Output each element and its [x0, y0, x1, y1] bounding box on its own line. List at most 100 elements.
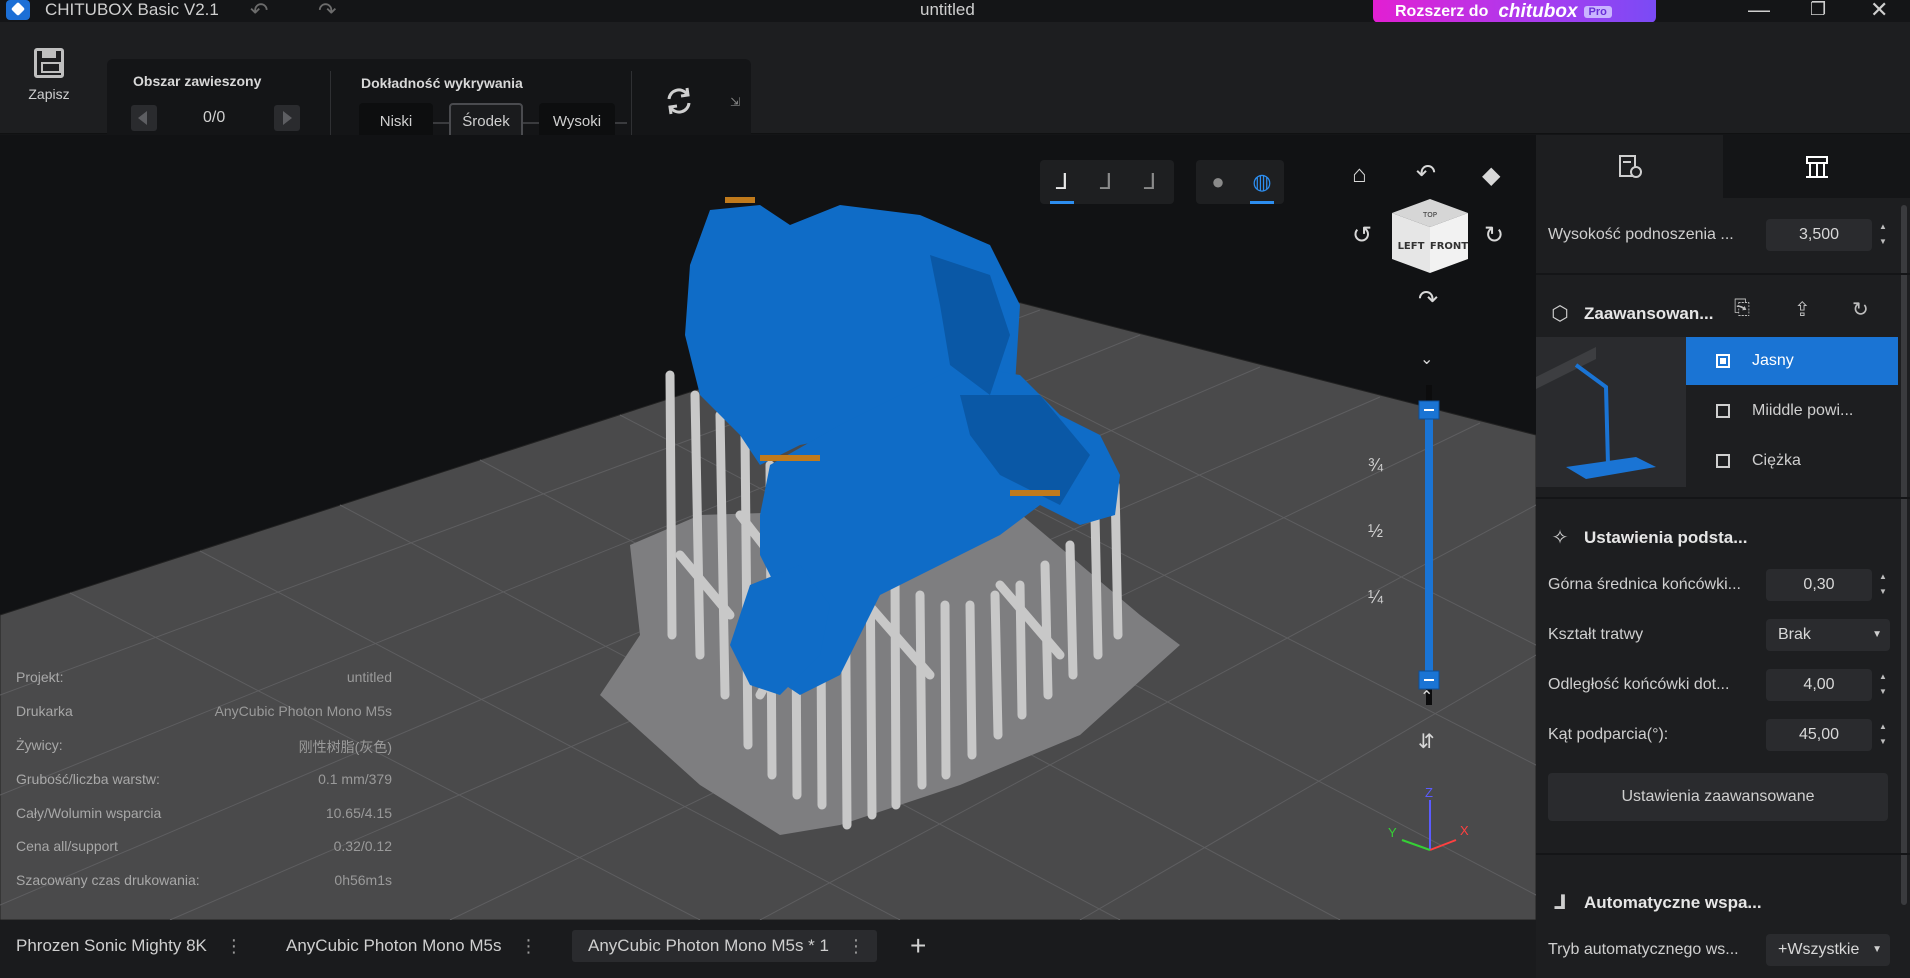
- stepper-icon[interactable]: ▲ ▼: [1876, 669, 1890, 701]
- chevron-down-icon: ▼: [1872, 944, 1882, 955]
- stepper-icon[interactable]: ▲ ▼: [1876, 219, 1890, 251]
- tip-diameter-input[interactable]: 0,30: [1766, 569, 1872, 601]
- info-volume: Cały/Wolumin wsparcia 10.65/4.15: [16, 805, 392, 821]
- info-resin: Żywicy: 刚性树脂(灰色): [16, 737, 392, 757]
- title-bar: CHITUBOX Basic V2.1 ↶ ↷ untitled Rozszer…: [0, 0, 1910, 24]
- preset-label: Jasny: [1752, 352, 1794, 369]
- preset-light[interactable]: Jasny: [1686, 337, 1898, 385]
- info-label: Projekt:: [16, 669, 64, 685]
- app-logo-icon: [6, 0, 30, 20]
- support-angle-input[interactable]: 45,00: [1766, 719, 1872, 751]
- refresh-button[interactable]: [663, 85, 695, 117]
- wire-sphere-icon[interactable]: ◍: [1240, 160, 1284, 204]
- info-value: 0.32/0.12: [333, 838, 392, 854]
- printer-tab-label: AnyCubic Photon Mono M5s: [286, 936, 502, 955]
- hexagon-gear-icon: ⬡: [1551, 303, 1569, 325]
- rotate-up-icon[interactable]: ↶: [1416, 159, 1436, 188]
- info-value: 刚性树脂(灰色): [298, 739, 392, 755]
- divider: [330, 71, 331, 141]
- auto-support-header: ⅃ Automatyczne wspa...: [1548, 890, 1762, 915]
- support-icon: ⅃: [1553, 892, 1567, 914]
- view-cube[interactable]: TOP LEFT FRONT: [1388, 193, 1472, 277]
- preset-middle[interactable]: Miiddle powi...: [1686, 387, 1898, 435]
- auto-mode-value: +Wszystkie: [1778, 941, 1860, 958]
- more-options-icon[interactable]: ⋮: [847, 936, 865, 957]
- chevron-down-icon: ▼: [1872, 629, 1882, 640]
- toolbar: Zapisz Obszar zawieszony 0/0 Dokładność …: [0, 22, 1910, 147]
- more-options-icon[interactable]: ⋮: [519, 936, 537, 957]
- panel-scrollbar[interactable]: [1901, 205, 1907, 905]
- expand-icon[interactable]: ⇲: [730, 95, 740, 109]
- stepper-icon[interactable]: ▲ ▼: [1876, 569, 1890, 601]
- rotate-left-icon[interactable]: ↺: [1352, 221, 1372, 250]
- upgrade-button[interactable]: Rozszerz do chitubox Pro: [1373, 0, 1656, 23]
- layer-slider[interactable]: [1414, 385, 1444, 705]
- solid-sphere-icon[interactable]: ●: [1196, 160, 1240, 204]
- more-options-icon[interactable]: ⋮: [225, 936, 243, 957]
- support-tool-3-icon[interactable]: ⅃: [1128, 160, 1172, 204]
- restore-icon[interactable]: ❐: [1810, 0, 1826, 20]
- preset-heavy[interactable]: Ciężka: [1686, 437, 1898, 485]
- undo-icon[interactable]: ↶: [250, 0, 268, 24]
- import-preset-icon[interactable]: ⎘: [1734, 297, 1750, 320]
- info-printer: Drukarka AnyCubic Photon Mono M5s: [16, 703, 392, 719]
- accuracy-medium-button[interactable]: Środek: [449, 103, 523, 139]
- stepper-icon[interactable]: ▲ ▼: [1876, 719, 1890, 751]
- 3d-viewport[interactable]: ⅃ ⅃ ⅃ ● ◍ ⌂ ↶ ◆ ↺ ↻ ↷ TOP LEFT FRONT ⌄ ¾…: [0, 135, 1536, 920]
- export-preset-icon[interactable]: ⇪: [1794, 297, 1811, 322]
- support-preview-image: [1536, 337, 1686, 487]
- tab-print-settings[interactable]: [1536, 135, 1723, 198]
- save-button[interactable]: Zapisz: [20, 48, 78, 118]
- printer-tab[interactable]: AnyCubic Photon Mono M5s ⋮: [270, 930, 549, 962]
- printer-tab[interactable]: Phrozen Sonic Mighty 8K ⋮: [0, 930, 255, 962]
- advanced-settings-button[interactable]: Ustawienia zaawansowane: [1548, 773, 1888, 821]
- minimize-icon[interactable]: —: [1748, 0, 1770, 23]
- basic-settings-title: Ustawienia podsta...: [1584, 527, 1748, 547]
- tip-distance-input[interactable]: 4,00: [1766, 669, 1872, 701]
- support-tool-1-icon[interactable]: ⅃: [1040, 160, 1084, 204]
- divider: [1536, 273, 1910, 275]
- preset-label: Ciężka: [1752, 452, 1801, 469]
- accuracy-high-button[interactable]: Wysoki: [539, 103, 615, 139]
- lift-height-input[interactable]: 3,500: [1766, 219, 1872, 251]
- info-value: 10.65/4.15: [325, 805, 392, 821]
- info-label: Szacowany czas drukowania:: [16, 872, 200, 888]
- layer-label-quarter: ¼: [1368, 587, 1384, 607]
- printer-tab-active[interactable]: AnyCubic Photon Mono M5s * 1 ⋮: [572, 930, 877, 962]
- cube-face-top: TOP: [1422, 211, 1437, 219]
- support-preview: [1536, 347, 1656, 479]
- raft-shape-select[interactable]: Brak ▼: [1766, 619, 1890, 651]
- next-icon[interactable]: [274, 105, 300, 131]
- checkbox-icon: [1716, 404, 1730, 418]
- close-icon[interactable]: ✕: [1870, 0, 1888, 23]
- iso-view-icon[interactable]: ◆: [1482, 161, 1500, 190]
- cube-face-left: LEFT: [1398, 241, 1425, 252]
- info-label: Żywicy:: [16, 737, 63, 753]
- upgrade-label: Rozszerz do: [1395, 2, 1489, 20]
- support-tool-2-icon[interactable]: ⅃: [1084, 160, 1128, 204]
- redo-icon[interactable]: ↷: [318, 0, 336, 24]
- settings-panel: Wysokość podnoszenia ... 3,500 ▲ ▼ ⬡ Zaaw…: [1536, 135, 1910, 978]
- home-view-icon[interactable]: ⌂: [1352, 161, 1367, 189]
- preset-label: Miiddle powi...: [1752, 402, 1854, 419]
- add-tab-icon[interactable]: +: [910, 930, 926, 962]
- accuracy-low-button[interactable]: Niski: [359, 103, 433, 139]
- pro-badge: Pro: [1583, 5, 1612, 18]
- rotate-down-icon[interactable]: ↷: [1418, 285, 1438, 314]
- advanced-section-header: ⬡ Zaawansowan...: [1548, 301, 1713, 326]
- axis-z-label: Z: [1425, 785, 1433, 800]
- chevron-down-icon[interactable]: ⌄: [1420, 349, 1433, 369]
- reset-icon[interactable]: ↻: [1852, 297, 1869, 322]
- document-title: untitled: [920, 0, 975, 19]
- upgrade-brand: chitubox: [1498, 0, 1578, 22]
- previous-icon[interactable]: [131, 105, 157, 131]
- info-label: Cena all/support: [16, 838, 118, 854]
- info-value: 0.1 mm/379: [318, 771, 392, 787]
- chevron-up-icon[interactable]: ⌃: [1420, 687, 1433, 707]
- layer-jump-icon[interactable]: ⇵: [1418, 729, 1435, 754]
- tab-support-settings[interactable]: [1723, 135, 1910, 198]
- info-label: Drukarka: [16, 703, 73, 719]
- auto-mode-select[interactable]: +Wszystkie ▼: [1766, 934, 1890, 966]
- rotate-right-icon[interactable]: ↻: [1484, 221, 1504, 250]
- accuracy-label: Dokładność wykrywania: [361, 75, 523, 91]
